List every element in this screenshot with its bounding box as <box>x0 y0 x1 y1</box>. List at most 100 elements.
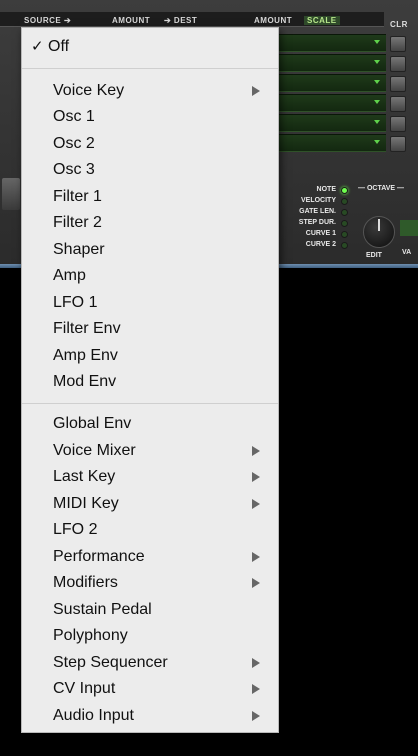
dest-label-gate-len: GATE LEN. <box>299 208 336 215</box>
knob-pointer-icon <box>378 219 380 231</box>
menu-item-label: MIDI Key <box>53 495 119 512</box>
menu-item-osc-3[interactable]: Osc 3 <box>22 157 278 183</box>
submenu-arrow-icon <box>252 684 260 694</box>
menu-item-label: Amp Env <box>53 347 118 364</box>
menu-item-midi-key[interactable]: MIDI Key <box>22 491 278 517</box>
clear-button-5[interactable] <box>390 116 406 132</box>
menu-item-label: CV Input <box>53 680 116 697</box>
menu-item-label: Amp <box>53 267 86 284</box>
menu-item-label: Polyphony <box>53 627 128 644</box>
menu-item-label: Osc 1 <box>53 108 95 125</box>
scale-dropdown-4[interactable] <box>278 94 386 112</box>
menu-item-mod-env[interactable]: Mod Env <box>22 369 278 395</box>
submenu-arrow-icon <box>252 552 260 562</box>
menu-item-label: Voice Key <box>53 82 125 99</box>
header-source: SOURCE ➔ <box>24 16 72 25</box>
header-clr: CLR <box>390 20 408 29</box>
menu-separator <box>22 68 278 69</box>
menu-item-audio-input[interactable]: Audio Input <box>22 703 278 729</box>
menu-item-amp[interactable]: Amp <box>22 263 278 289</box>
menu-item-label: Global Env <box>53 415 132 432</box>
menu-item-off[interactable]: ✓ Off <box>22 34 278 60</box>
submenu-arrow-icon <box>252 658 260 668</box>
menu-separator <box>22 403 278 404</box>
submenu-arrow-icon <box>252 711 260 721</box>
octave-label: — OCTAVE — <box>358 185 405 192</box>
menu-item-lfo-1[interactable]: LFO 1 <box>22 290 278 316</box>
menu-item-sustain-pedal[interactable]: Sustain Pedal <box>22 597 278 623</box>
menu-item-label: Step Sequencer <box>53 654 168 671</box>
menu-item-polyphony[interactable]: Polyphony <box>22 623 278 649</box>
header-amount: AMOUNT <box>112 16 151 25</box>
header-amount-2: AMOUNT <box>254 16 293 25</box>
va-label: VA <box>402 249 412 256</box>
menu-item-label: Audio Input <box>53 707 134 724</box>
scale-dropdown-3[interactable] <box>278 74 386 92</box>
menu-item-voice-mixer[interactable]: Voice Mixer <box>22 438 278 464</box>
menu-item-label: LFO 2 <box>53 521 98 538</box>
led-curve-2[interactable] <box>341 242 348 249</box>
led-gate-len[interactable] <box>341 209 348 216</box>
dest-label-curve-1: CURVE 1 <box>305 230 336 237</box>
clear-button-3[interactable] <box>390 76 406 92</box>
dropdown-arrow-icon <box>374 100 380 104</box>
source-popup-menu: ✓ Off Voice Key Osc 1 Osc 2 Osc 3 Filter… <box>21 27 279 733</box>
led-note[interactable] <box>341 187 348 194</box>
led-curve-1[interactable] <box>341 231 348 238</box>
scale-dropdown-1[interactable] <box>278 34 386 52</box>
menu-item-modifiers[interactable]: Modifiers <box>22 570 278 596</box>
menu-item-filter-env[interactable]: Filter Env <box>22 316 278 342</box>
menu-item-label: Shaper <box>53 241 105 258</box>
menu-item-cv-input[interactable]: CV Input <box>22 676 278 702</box>
submenu-arrow-icon <box>252 472 260 482</box>
menu-item-label: LFO 1 <box>53 294 98 311</box>
submenu-arrow-icon <box>252 578 260 588</box>
dropdown-arrow-icon <box>374 80 380 84</box>
header-dest: ➔ DEST <box>164 16 198 25</box>
menu-item-amp-env[interactable]: Amp Env <box>22 343 278 369</box>
menu-item-label: Osc 2 <box>53 135 95 152</box>
scale-dropdown-6[interactable] <box>278 134 386 152</box>
menu-item-performance[interactable]: Performance <box>22 544 278 570</box>
dropdown-arrow-icon <box>374 40 380 44</box>
menu-item-label: Voice Mixer <box>53 442 136 459</box>
dest-label-note: NOTE <box>316 186 336 193</box>
menu-item-voice-key[interactable]: Voice Key <box>22 78 278 104</box>
dest-label-curve-2: CURVE 2 <box>305 241 336 248</box>
dropdown-arrow-icon <box>374 60 380 64</box>
menu-item-label: Sustain Pedal <box>53 601 152 618</box>
dest-label-velocity: VELOCITY <box>300 197 336 204</box>
clear-button-4[interactable] <box>390 96 406 112</box>
menu-item-label: Filter 2 <box>53 214 102 231</box>
menu-item-label: Performance <box>53 548 145 565</box>
dropdown-arrow-icon <box>374 120 380 124</box>
submenu-arrow-icon <box>252 499 260 509</box>
clear-button-6[interactable] <box>390 136 406 152</box>
panel-side-button[interactable] <box>2 178 20 210</box>
edit-knob[interactable] <box>363 216 395 248</box>
menu-item-step-sequencer[interactable]: Step Sequencer <box>22 650 278 676</box>
menu-item-label: Modifiers <box>53 574 118 591</box>
submenu-arrow-icon <box>252 86 260 96</box>
menu-item-label: Mod Env <box>53 373 117 390</box>
led-step-dur[interactable] <box>341 220 348 227</box>
scale-dropdown-2[interactable] <box>278 54 386 72</box>
value-display <box>400 220 418 236</box>
menu-item-osc-2[interactable]: Osc 2 <box>22 131 278 157</box>
scale-dropdown-5[interactable] <box>278 114 386 132</box>
menu-item-label: Last Key <box>53 468 116 485</box>
clear-button-2[interactable] <box>390 56 406 72</box>
submenu-arrow-icon <box>252 446 260 456</box>
menu-item-last-key[interactable]: Last Key <box>22 464 278 490</box>
checkmark-icon: ✓ <box>31 38 44 55</box>
led-velocity[interactable] <box>341 198 348 205</box>
menu-item-osc-1[interactable]: Osc 1 <box>22 104 278 130</box>
menu-item-filter-1[interactable]: Filter 1 <box>22 184 278 210</box>
edit-label: EDIT <box>366 252 382 259</box>
menu-item-global-env[interactable]: Global Env <box>22 411 278 437</box>
menu-item-lfo-2[interactable]: LFO 2 <box>22 517 278 543</box>
menu-item-shaper[interactable]: Shaper <box>22 237 278 263</box>
menu-item-filter-2[interactable]: Filter 2 <box>22 210 278 236</box>
header-scale: SCALE <box>304 16 340 25</box>
clear-button-1[interactable] <box>390 36 406 52</box>
